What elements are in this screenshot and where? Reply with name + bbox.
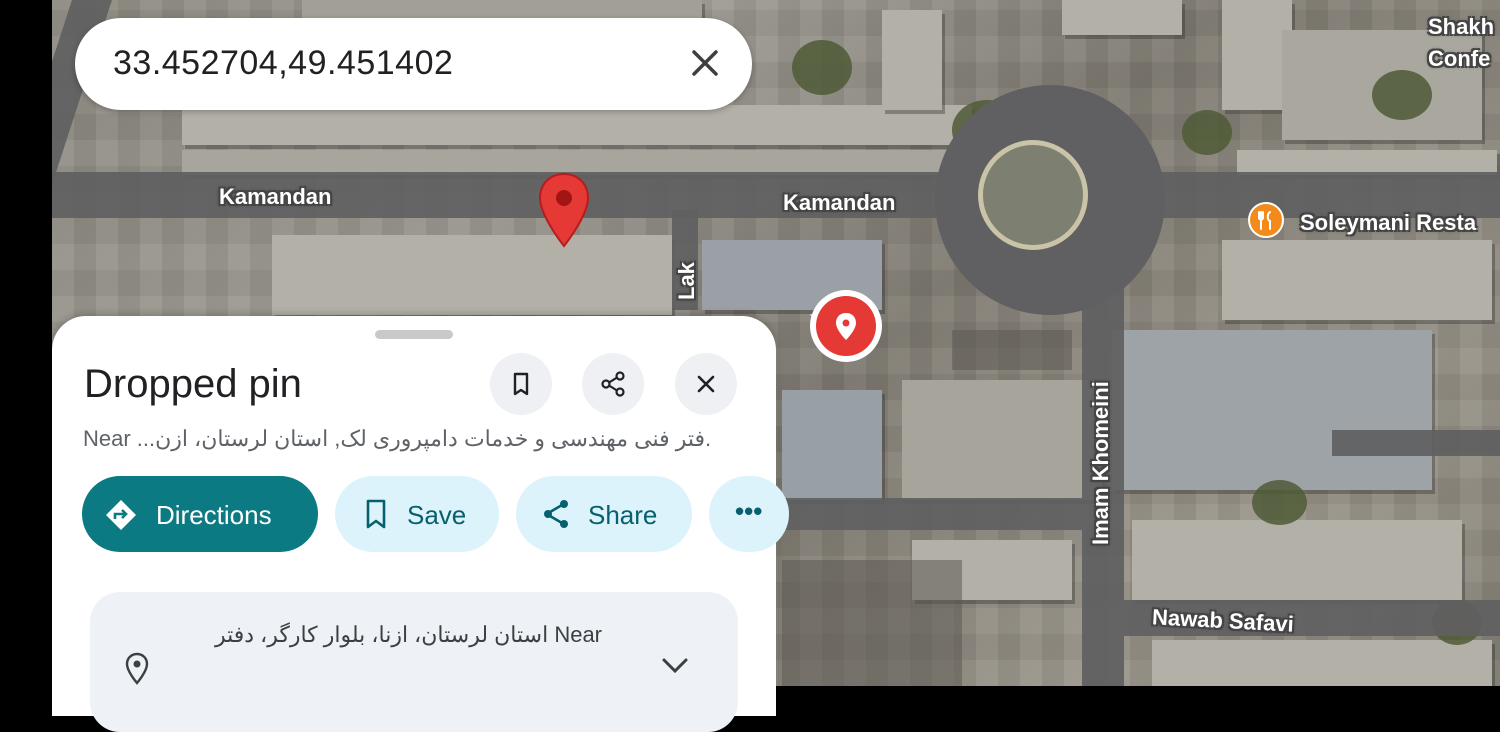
- street-label-imam-khomeini: Imam Khomeini: [1088, 381, 1113, 545]
- search-input[interactable]: 33.452704,49.451402: [113, 44, 453, 83]
- directions-icon: [106, 500, 136, 530]
- place-bottom-sheet[interactable]: Dropped pin Near ...فتر فنی مهندسی و خدم…: [52, 316, 789, 732]
- drag-handle[interactable]: [375, 330, 453, 339]
- search-bar[interactable]: 33.452704,49.451402: [75, 18, 752, 110]
- more-options-button[interactable]: •••: [709, 476, 789, 552]
- share-label: Share: [588, 500, 658, 530]
- place-label-shakh: Shakh: [1428, 14, 1495, 39]
- directions-label: Directions: [156, 500, 272, 530]
- place-label-confe: Confe: [1428, 46, 1491, 71]
- chevron-down-icon[interactable]: [660, 656, 690, 676]
- directions-button[interactable]: Directions: [82, 476, 318, 552]
- bookmark-icon: [513, 372, 529, 396]
- share-icon: [544, 500, 568, 528]
- location-pin-icon: [125, 652, 149, 685]
- roundabout-center: [978, 140, 1088, 250]
- street-label-lak: Lak: [674, 262, 699, 300]
- close-sheet-button[interactable]: [675, 353, 737, 415]
- share-icon-button[interactable]: [582, 353, 644, 415]
- place-address-subtitle: Near ...فتر فنی مهندسی و خدمات دامپروری …: [83, 426, 712, 451]
- place-label-soleymani-restaurant[interactable]: Soleymani Resta: [1300, 210, 1476, 236]
- close-icon: [697, 375, 715, 393]
- save-button[interactable]: Save: [335, 476, 499, 552]
- restaurant-icon[interactable]: [1248, 202, 1284, 238]
- place-marker-icon[interactable]: [806, 288, 886, 368]
- address-text: استان لرستان، ازنا، بلوار کارگر، دفتر Ne…: [214, 622, 602, 647]
- share-button[interactable]: Share: [516, 476, 692, 552]
- address-card[interactable]: استان لرستان، ازنا، بلوار کارگر، دفتر Ne…: [90, 592, 738, 732]
- save-label: Save: [407, 500, 467, 530]
- more-options-icon: •••: [735, 496, 763, 526]
- dropped-pin-icon[interactable]: [538, 172, 590, 248]
- close-icon[interactable]: [684, 42, 726, 84]
- bookmark-icon: [366, 499, 386, 529]
- screen-left-edge: [0, 0, 52, 686]
- place-title: Dropped pin: [84, 362, 302, 406]
- bookmark-button[interactable]: [490, 353, 552, 415]
- street-label-kamandan-west: Kamandan: [219, 184, 332, 209]
- share-icon: [601, 371, 625, 397]
- street-label-kamandan-east: Kamandan: [783, 190, 896, 215]
